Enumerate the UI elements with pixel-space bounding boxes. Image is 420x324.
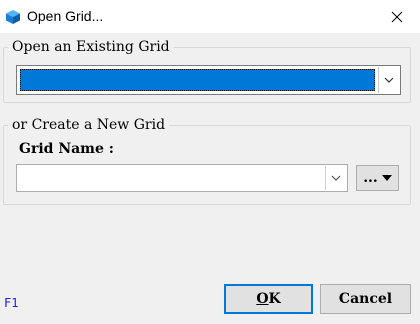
chevron-down-icon xyxy=(384,77,394,83)
existing-grid-legend: Open an Existing Grid xyxy=(12,39,170,55)
browse-label: ... xyxy=(363,170,378,186)
cancel-button[interactable]: Cancel xyxy=(320,284,411,314)
cube-icon xyxy=(6,10,20,24)
ok-button[interactable]: OK xyxy=(224,284,313,314)
window-title: Open Grid... xyxy=(27,8,104,24)
existing-grid-select[interactable] xyxy=(16,65,401,95)
help-key-label: F1 xyxy=(4,296,19,310)
close-icon xyxy=(391,11,403,22)
close-button[interactable] xyxy=(374,0,420,33)
ok-mnemonic: O xyxy=(256,291,269,307)
triangle-down-icon xyxy=(381,175,392,181)
grid-name-combo[interactable] xyxy=(16,164,348,192)
title-bar: Open Grid... xyxy=(0,0,420,33)
new-grid-legend: or Create a New Grid xyxy=(12,117,166,133)
browse-button[interactable]: ... xyxy=(356,165,399,191)
grid-name-label: Grid Name : xyxy=(19,141,114,157)
ok-label: K xyxy=(268,291,281,307)
grid-name-dropdown-button[interactable] xyxy=(325,166,346,190)
selected-item-highlight xyxy=(20,69,375,91)
existing-grid-dropdown-button[interactable] xyxy=(378,67,399,93)
chevron-down-icon xyxy=(331,175,341,181)
